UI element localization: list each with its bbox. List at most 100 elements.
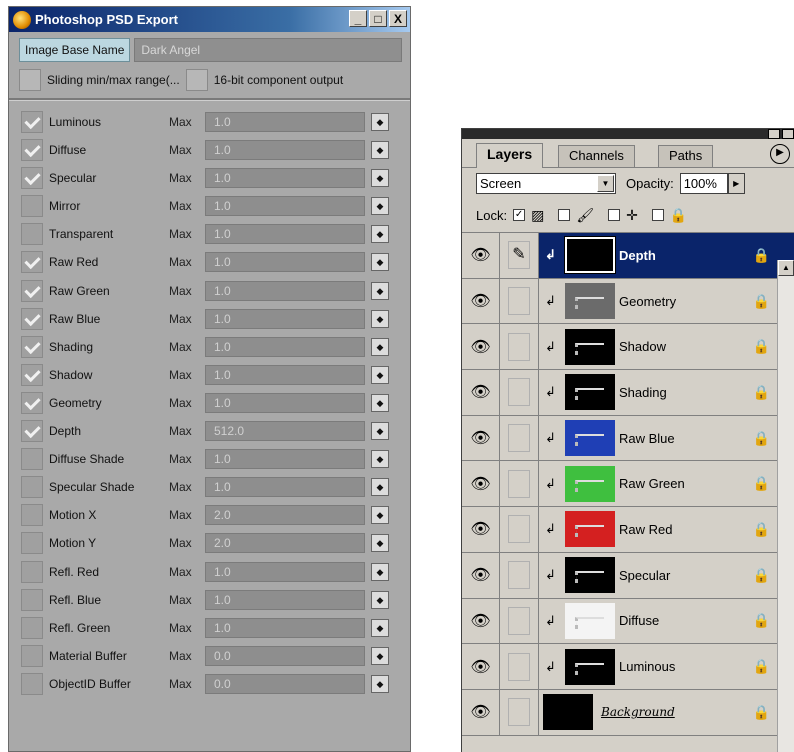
eye-icon[interactable]: 👁 [462,278,500,324]
spinner-icon[interactable]: ◆ [371,478,389,497]
spinner-icon[interactable]: ◆ [371,365,389,384]
eye-icon[interactable]: 👁 [462,552,500,598]
eye-icon[interactable]: 👁 [462,461,500,507]
palette-minimize-button[interactable] [768,129,780,139]
buffer-checkbox[interactable] [21,448,43,471]
spinner-icon[interactable]: ◆ [371,113,389,131]
layer-row[interactable]: 👁 ✎ ↲ Depth 🔒 [462,233,794,279]
buffer-checkbox[interactable] [21,476,43,499]
eye-icon[interactable]: 👁 [462,644,500,689]
eye-icon[interactable]: 👁 [462,324,500,370]
max-value-input[interactable]: 1.0 [205,561,365,582]
buffer-checkbox[interactable] [21,307,43,330]
layer-row[interactable]: 👁 ↲ Diffuse 🔒 [462,598,794,645]
max-value-input[interactable]: 1.0 [205,589,365,610]
link-box[interactable] [508,469,530,498]
spinner-icon[interactable]: ◆ [371,197,389,216]
chevron-down-icon[interactable]: ▼ [597,174,614,192]
spinner-icon[interactable]: ◆ [371,590,389,609]
max-value-input[interactable]: 0.0 [205,645,365,666]
palette-menu-arrow-icon[interactable]: ▶ [770,144,790,164]
max-value-input[interactable]: 1.0 [205,280,365,301]
buffer-checkbox[interactable] [21,111,43,133]
sliding-range-checkbox[interactable] [19,69,41,91]
layer-row[interactable]: 👁 ↲ Shading 🔒 [462,370,794,416]
layer-row[interactable]: 👁 ↲ Shadow 🔒 [462,324,794,371]
tab-channels[interactable]: Channels [558,145,635,167]
spinner-icon[interactable]: ◆ [371,534,389,553]
buffer-checkbox[interactable] [21,195,43,218]
buffer-checkbox[interactable] [21,672,43,695]
spinner-icon[interactable]: ◆ [371,225,389,244]
max-value-input[interactable]: 2.0 [205,533,365,554]
palette-titlebar[interactable] [462,129,794,139]
spinner-icon[interactable]: ◆ [371,450,389,469]
layers-scrollbar[interactable]: ▲ [777,260,794,752]
spinner-icon[interactable]: ◆ [371,646,389,665]
palette-close-button[interactable] [782,129,794,139]
max-value-input[interactable]: 1.0 [205,224,365,245]
max-value-input[interactable]: 1.0 [205,617,365,638]
buffer-checkbox[interactable] [21,616,43,639]
link-box[interactable] [508,287,530,316]
link-box[interactable] [508,515,530,544]
layer-row[interactable]: 👁 ↲ Raw Green 🔒 [462,461,794,508]
close-button[interactable]: X [389,10,407,27]
spinner-icon[interactable]: ◆ [371,141,389,160]
buffer-checkbox[interactable] [21,420,43,443]
buffer-checkbox[interactable] [21,167,43,190]
max-value-input[interactable]: 1.0 [205,112,365,132]
buffer-checkbox[interactable] [21,251,43,274]
eye-icon[interactable]: 👁 [462,415,500,461]
layer-row[interactable]: 👁 ↲ Geometry 🔒 [462,278,794,325]
buffer-checkbox[interactable] [21,391,43,414]
max-value-input[interactable]: 1.0 [205,477,365,498]
max-value-input[interactable]: 1.0 [205,168,365,189]
layer-row-background[interactable]: 👁 Background 🔒 [462,689,794,736]
spinner-icon[interactable]: ◆ [371,337,389,356]
eye-icon[interactable]: 👁 [462,507,500,552]
image-base-name-input[interactable]: Dark Angel [134,38,402,62]
buffer-checkbox[interactable] [21,279,43,302]
link-box[interactable] [508,332,530,361]
link-box[interactable] [508,652,530,681]
layer-row[interactable]: 👁 ↲ Raw Red 🔒 [462,507,794,553]
max-value-input[interactable]: 1.0 [205,196,365,217]
spinner-icon[interactable]: ◆ [371,422,389,441]
spinner-icon[interactable]: ◆ [371,674,389,693]
layer-row[interactable]: 👁 ↲ Raw Blue 🔒 [462,415,794,462]
minimize-button[interactable]: _ [349,10,367,27]
buffer-checkbox[interactable] [21,560,43,583]
max-value-input[interactable]: 1.0 [205,449,365,470]
spinner-icon[interactable]: ◆ [371,169,389,188]
max-value-input[interactable]: 1.0 [205,140,365,161]
eye-icon[interactable]: 👁 [462,598,500,644]
buffer-checkbox[interactable] [21,223,43,246]
max-value-input[interactable]: 1.0 [205,392,365,413]
spinner-icon[interactable]: ◆ [371,393,389,412]
buffer-checkbox[interactable] [21,532,43,555]
tab-layers[interactable]: Layers [476,143,544,168]
link-box[interactable] [508,561,530,590]
opacity-input[interactable]: 100% [679,172,728,194]
image-base-name-button[interactable]: Image Base Name [19,38,131,62]
spinner-icon[interactable]: ◆ [371,281,389,300]
max-value-input[interactable]: 1.0 [205,252,365,273]
buffer-checkbox[interactable] [21,644,43,667]
spinner-icon[interactable]: ◆ [371,253,389,272]
eye-icon[interactable]: 👁 [462,370,500,415]
link-box[interactable] [508,424,530,453]
spinner-icon[interactable]: ◆ [371,506,389,525]
scroll-up-button[interactable]: ▲ [778,260,794,276]
spinner-icon[interactable]: ◆ [371,562,389,581]
eye-icon[interactable]: 👁 [462,233,500,278]
link-box[interactable] [508,378,530,407]
buffer-checkbox[interactable] [21,335,43,358]
title-bar[interactable]: Photoshop PSD Export _ □ X [9,7,410,32]
link-box[interactable] [508,698,530,727]
layer-row[interactable]: 👁 ↲ Luminous 🔒 [462,644,794,690]
buffer-checkbox[interactable] [21,588,43,611]
max-value-input[interactable]: 1.0 [205,336,365,357]
opacity-slider-button[interactable]: ▶ [727,172,745,194]
buffer-checkbox[interactable] [21,363,43,386]
